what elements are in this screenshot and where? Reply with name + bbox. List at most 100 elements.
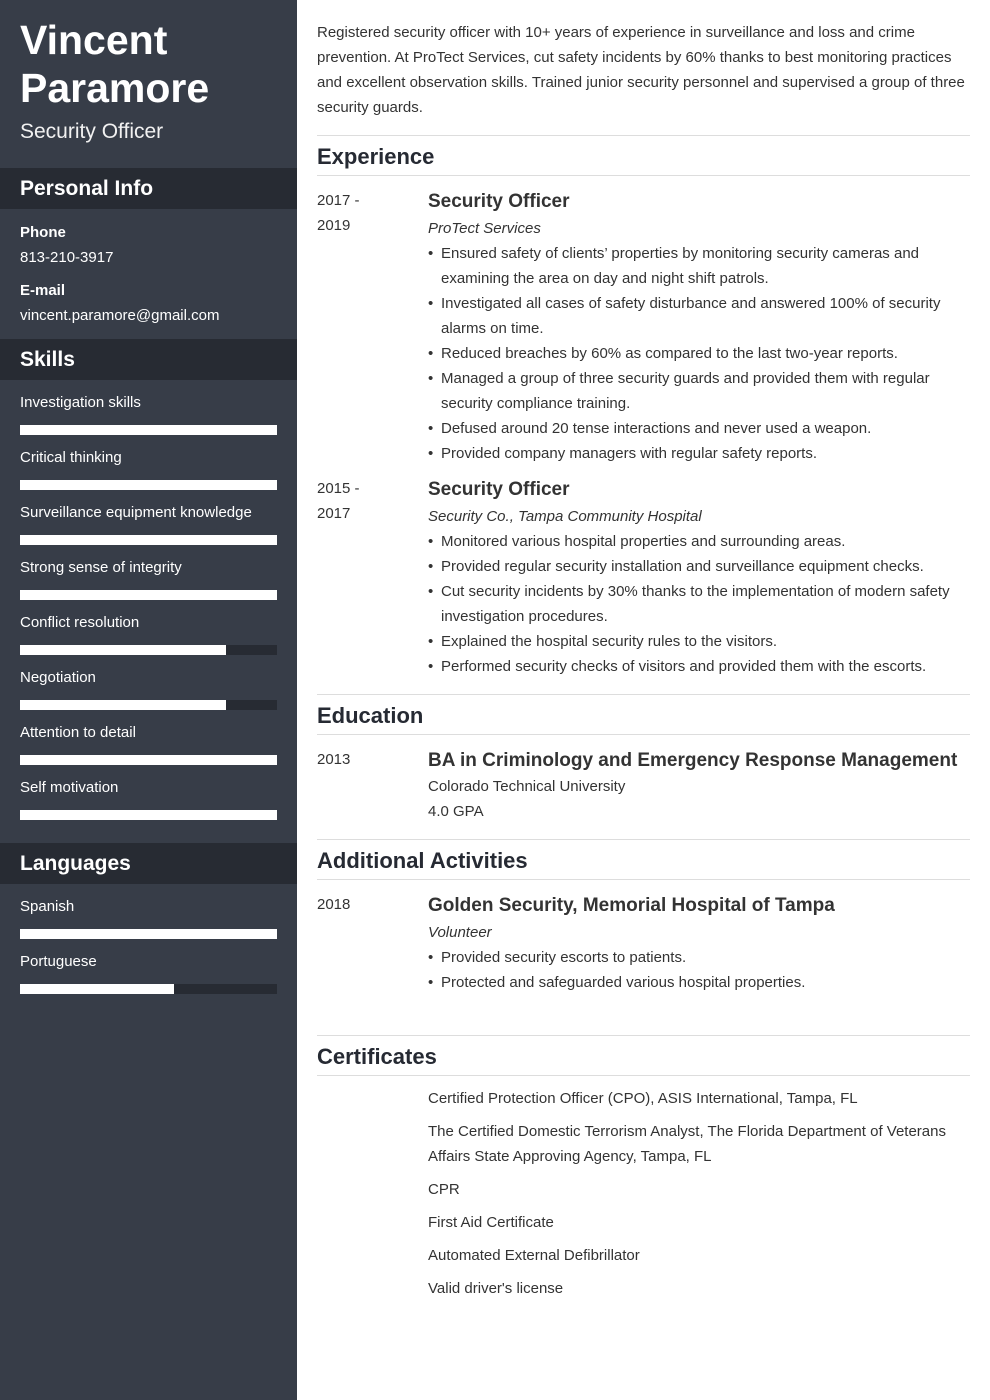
personal-info-heading: Personal Info	[0, 168, 297, 209]
bullet-list: Monitored various hospital properties an…	[428, 529, 970, 679]
certificate-item: CPR	[428, 1181, 460, 1198]
sidebar: Vincent Paramore Security Officer Person…	[0, 0, 297, 1400]
certificates-list: Certified Protection Officer (CPO), ASIS…	[428, 1076, 970, 1301]
certificate-item: Certified Protection Officer (CPO), ASIS…	[428, 1090, 858, 1107]
certificates-heading: Certificates	[317, 1035, 970, 1076]
skill-item: Attention to detail	[0, 723, 297, 765]
email-value: vincent.paramore@gmail.com	[20, 307, 220, 324]
skill-bar-fill	[20, 535, 277, 545]
entry-date: 2013	[317, 751, 351, 768]
bullet-item: Reduced breaches by 60% as compared to t…	[428, 341, 970, 366]
skill-bar-fill	[20, 480, 277, 490]
skill-item: Negotiation	[0, 668, 297, 710]
skill-name: Negotiation	[20, 669, 96, 686]
bullet-item: Ensured safety of clients’ properties by…	[428, 241, 970, 291]
entry-date: 2017 - 2019	[317, 188, 428, 466]
activity-title: Golden Security, Memorial Hospital of Ta…	[428, 895, 835, 916]
skill-bar	[20, 590, 277, 600]
skill-item: Surveillance equipment knowledge	[0, 503, 297, 545]
email-label: E-mail	[20, 282, 66, 299]
activity-entry: 2018 Golden Security, Memorial Hospital …	[317, 892, 970, 995]
gpa: 4.0 GPA	[428, 803, 484, 820]
degree: BA in Criminology and Emergency Response…	[428, 750, 958, 771]
certificate-item: Valid driver's license	[428, 1280, 564, 1297]
skill-bar	[20, 755, 277, 765]
bullet-item: Monitored various hospital properties an…	[428, 529, 970, 554]
language-name: Spanish	[20, 898, 75, 915]
languages-heading: Languages	[0, 843, 297, 884]
skill-item: Conflict resolution	[0, 613, 297, 655]
skill-item: Investigation skills	[0, 393, 297, 435]
skill-bar-fill	[20, 590, 277, 600]
certificate-item: The Certified Domestic Terrorism Analyst…	[428, 1123, 946, 1165]
first-name: Vincent	[20, 17, 168, 63]
phone-value: 813-210-3917	[20, 249, 114, 266]
entry-date: 2015 - 2017	[317, 476, 428, 679]
skill-bar	[20, 425, 277, 435]
language-item: Portuguese	[0, 952, 297, 994]
bullet-item: Performed security checks of visitors an…	[428, 654, 970, 679]
skill-name: Critical thinking	[20, 449, 122, 466]
job-title: Security Officer	[20, 120, 164, 143]
skill-name: Attention to detail	[20, 724, 136, 741]
bullet-item: Provided security escorts to patients.	[428, 945, 970, 970]
skill-name: Investigation skills	[20, 394, 141, 411]
job-title: Security Officer	[428, 191, 570, 212]
skill-bar-fill	[20, 810, 277, 820]
skill-bar	[20, 700, 277, 710]
skills-heading: Skills	[0, 339, 297, 380]
languages-list: Spanish Portuguese	[0, 897, 297, 994]
language-bar	[20, 929, 277, 939]
date-start: 2017 -	[317, 192, 360, 209]
date-start: 2015 -	[317, 480, 360, 497]
bullet-item: Provided regular security installation a…	[428, 554, 970, 579]
certificate-item: First Aid Certificate	[428, 1214, 554, 1231]
date-end: 2019	[317, 217, 351, 234]
phone-label: Phone	[20, 224, 66, 241]
date-end: 2017	[317, 505, 351, 522]
school: Colorado Technical University	[428, 778, 626, 795]
skill-item: Strong sense of integrity	[0, 558, 297, 600]
language-bar-fill	[20, 984, 175, 994]
job-title: Security Officer	[428, 479, 570, 500]
experience-heading: Experience	[317, 135, 970, 176]
bullet-list: Ensured safety of clients’ properties by…	[428, 241, 970, 466]
activity-role: Volunteer	[428, 924, 492, 941]
entry-body: Security Officer ProTect Services Ensure…	[428, 188, 970, 466]
bullet-item: Provided company managers with regular s…	[428, 441, 970, 466]
bullet-list: Provided security escorts to patients. P…	[428, 945, 970, 995]
skill-bar-fill	[20, 645, 226, 655]
education-entry: 2013 BA in Criminology and Emergency Res…	[317, 747, 970, 824]
skill-bar-fill	[20, 755, 277, 765]
skill-bar	[20, 645, 277, 655]
skill-bar-fill	[20, 425, 277, 435]
education-heading: Education	[317, 694, 970, 735]
skill-name: Self motivation	[20, 779, 119, 796]
experience-entry: 2017 - 2019 Security Officer ProTect Ser…	[317, 188, 970, 466]
bullet-item: Cut security incidents by 30% thanks to …	[428, 579, 970, 629]
summary: Registered security officer with 10+ yea…	[317, 24, 965, 116]
language-name: Portuguese	[20, 953, 97, 970]
skill-item: Self motivation	[0, 778, 297, 820]
main-content: Registered security officer with 10+ yea…	[317, 0, 970, 1309]
skill-name: Conflict resolution	[20, 614, 140, 631]
language-bar-fill	[20, 929, 277, 939]
bullet-item: Investigated all cases of safety disturb…	[428, 291, 970, 341]
bullet-item: Managed a group of three security guards…	[428, 366, 970, 416]
bullet-item: Defused around 20 tense interactions and…	[428, 416, 970, 441]
skill-bar-fill	[20, 700, 226, 710]
personal-info: Phone 813-210-3917 E-mail vincent.paramo…	[0, 209, 297, 326]
company: ProTect Services	[428, 220, 541, 237]
bullet-item: Protected and safeguarded various hospit…	[428, 970, 970, 995]
skills-list: Investigation skills Critical thinking S…	[0, 393, 297, 820]
skill-item: Critical thinking	[0, 448, 297, 490]
language-item: Spanish	[0, 897, 297, 939]
last-name: Paramore	[20, 65, 210, 111]
entry-body: Golden Security, Memorial Hospital of Ta…	[428, 892, 970, 995]
company: Security Co., Tampa Community Hospital	[428, 508, 702, 525]
skill-bar	[20, 535, 277, 545]
entry-date: 2018	[317, 896, 351, 913]
entry-body: BA in Criminology and Emergency Response…	[428, 747, 970, 824]
experience-entry: 2015 - 2017 Security Officer Security Co…	[317, 476, 970, 679]
skill-bar	[20, 480, 277, 490]
